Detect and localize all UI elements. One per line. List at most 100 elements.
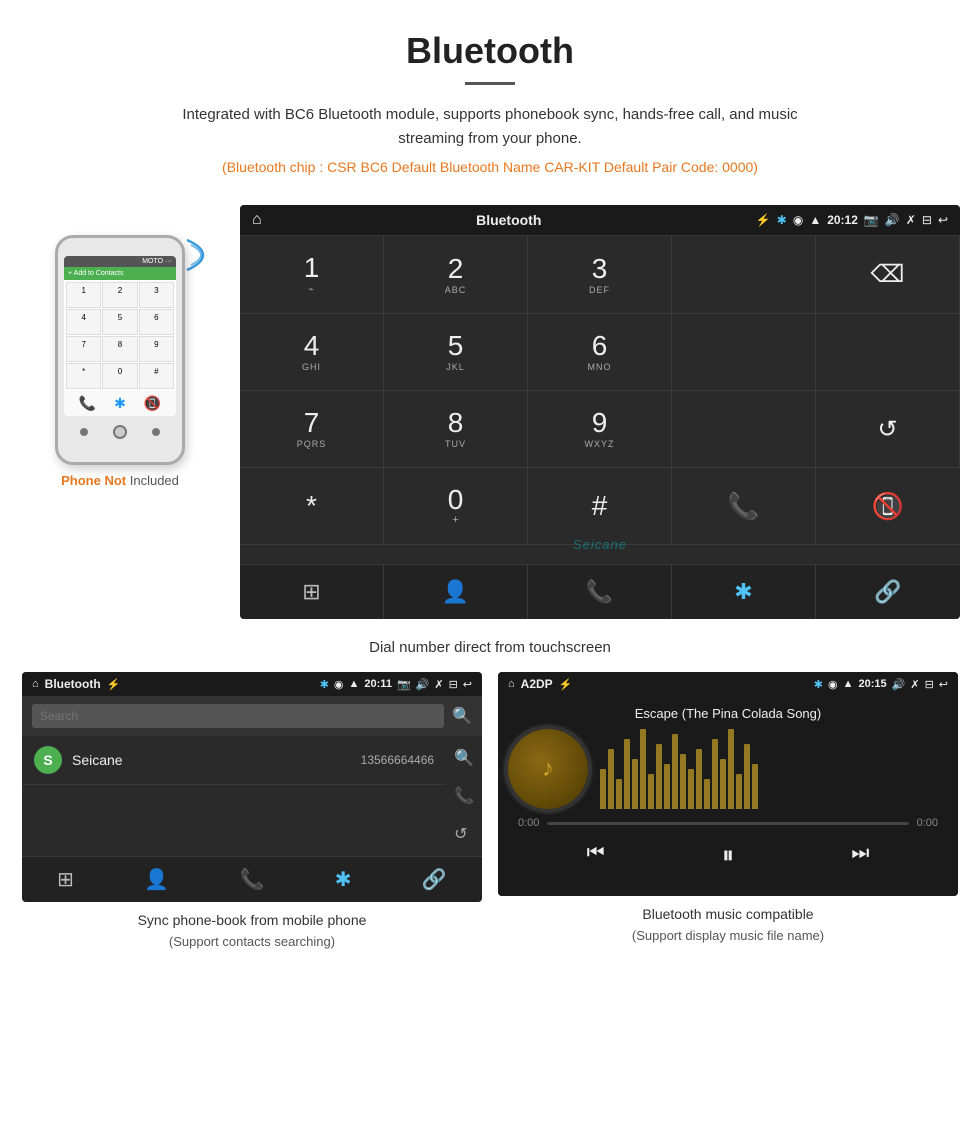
pb-min-icon[interactable]: ⊟ <box>449 678 458 691</box>
pb-back-icon[interactable]: ↩ <box>463 678 472 691</box>
dial-key-0[interactable]: 0+ <box>384 468 528 545</box>
music-caption: Bluetooth music compatible (Support disp… <box>498 904 958 946</box>
camera-icon[interactable]: 📷 <box>864 213 879 227</box>
music-statusbar-left: ⌂ A2DP ⚡ <box>508 677 572 691</box>
pb-camera-icon[interactable]: 📷 <box>397 678 411 691</box>
music-time: 20:15 <box>859 678 887 690</box>
pb-bottom-phone-icon[interactable]: 📞 <box>240 867 265 892</box>
phone-key-9[interactable]: 9 <box>139 336 174 362</box>
phone-key-3[interactable]: 3 <box>139 282 174 308</box>
phone-key-4[interactable]: 4 <box>66 309 101 335</box>
phone-key-hash[interactable]: # <box>139 363 174 389</box>
pb-contact-row[interactable]: S Seicane 13566664466 <box>22 736 446 785</box>
music-home-icon[interactable]: ⌂ <box>508 678 515 690</box>
dial-key-8[interactable]: 8TUV <box>384 391 528 468</box>
phonebook-caption-sub: (Support contacts searching) <box>169 934 335 949</box>
phone-call-icon[interactable]: 📞 <box>79 395 96 412</box>
dial-key-hash[interactable]: # <box>528 468 672 545</box>
pb-bottom-contacts-icon[interactable]: 👤 <box>144 867 169 892</box>
usb-icon: ⚡ <box>756 213 771 227</box>
home-icon[interactable]: ⌂ <box>252 211 262 229</box>
phone-key-8[interactable]: 8 <box>102 336 137 362</box>
phone-key-1[interactable]: 1 <box>66 282 101 308</box>
dial-key-star[interactable]: * <box>240 468 384 545</box>
pb-side-refresh-icon[interactable]: ↺ <box>446 816 482 852</box>
phone-area: ʙ MOTO ··· + Add to Contacts 1 2 3 4 5 <box>20 205 220 488</box>
car-bottom-phone[interactable]: 📞 <box>528 565 672 619</box>
car-bottom-bar: ⊞ 👤 📞 ✱ 🔗 <box>240 564 960 619</box>
pb-vol-icon[interactable]: 🔊 <box>416 678 430 691</box>
car-statusbar-right: ⚡ ✱ ◉ ▲ 20:12 📷 🔊 ✗ ⊟ ↩ <box>756 213 948 227</box>
pb-bottom-bt-icon[interactable]: ✱ <box>335 867 352 892</box>
eq-bar <box>680 754 686 809</box>
dial-key-4[interactable]: 4GHI <box>240 314 384 391</box>
dial-key-1[interactable]: 1⌁ <box>240 236 384 314</box>
music-back-icon[interactable]: ↩ <box>939 678 948 691</box>
close-icon[interactable]: ✗ <box>906 213 916 227</box>
eq-bar <box>744 744 750 809</box>
music-time-current: 0:00 <box>518 817 539 830</box>
pb-bottom-link-icon[interactable]: 🔗 <box>422 867 447 892</box>
music-vol-icon[interactable]: 🔊 <box>892 678 906 691</box>
dial-key-2[interactable]: 2ABC <box>384 236 528 314</box>
phone-key-star[interactable]: * <box>66 363 101 389</box>
music-bt-icon: ✱ <box>814 678 823 691</box>
pb-bottom-dialpad-icon[interactable]: ⊞ <box>57 867 74 892</box>
pb-statusbar: ⌂ Bluetooth ⚡ ✱ ◉ ▲ 20:11 📷 🔊 ✗ ⊟ ↩ <box>22 672 482 696</box>
back-icon[interactable]: ↩ <box>938 213 948 227</box>
phone-key-6[interactable]: 6 <box>139 309 174 335</box>
eq-bar <box>752 764 758 809</box>
music-statusbar: ⌂ A2DP ⚡ ✱ ◉ ▲ 20:15 🔊 ✗ ⊟ ↩ <box>498 672 958 696</box>
car-bottom-contacts[interactable]: 👤 <box>384 565 528 619</box>
car-bottom-bluetooth[interactable]: ✱ <box>672 565 816 619</box>
car-bottom-dialpad[interactable]: ⊞ <box>240 565 384 619</box>
phone-home-button[interactable] <box>113 425 127 439</box>
title-divider <box>465 82 515 85</box>
dial-call-button[interactable]: 📞 <box>672 468 816 545</box>
phone-included-text2: Included <box>130 473 179 488</box>
pb-side-search-icon[interactable]: 🔍 <box>446 740 482 776</box>
music-equalizer <box>600 729 948 809</box>
dial-empty-1 <box>672 236 816 314</box>
pb-home-icon[interactable]: ⌂ <box>32 678 39 690</box>
dial-key-9[interactable]: 9WXYZ <box>528 391 672 468</box>
phone-appbar: + Add to Contacts <box>64 267 176 280</box>
dial-key-7[interactable]: 7PQRS <box>240 391 384 468</box>
eq-bar <box>656 744 662 809</box>
phonebook-caption-text: Sync phone-book from mobile phone <box>138 912 367 928</box>
pb-side-call-icon[interactable]: 📞 <box>446 778 482 814</box>
phone-key-7[interactable]: 7 <box>66 336 101 362</box>
music-next-button[interactable]: ⏭ <box>851 842 869 870</box>
phone-key-0[interactable]: 0 <box>102 363 137 389</box>
pb-search-input[interactable] <box>32 704 444 728</box>
phone-bt-icon[interactable]: ✱ <box>114 395 126 412</box>
pb-screen-title: Bluetooth <box>45 677 101 691</box>
dial-key-6[interactable]: 6MNO <box>528 314 672 391</box>
specs-text: (Bluetooth chip : CSR BC6 Default Blueto… <box>20 159 960 175</box>
car-bottom-link[interactable]: 🔗 <box>816 565 960 619</box>
phone-key-2[interactable]: 2 <box>102 282 137 308</box>
car-statusbar: ⌂ Bluetooth ⚡ ✱ ◉ ▲ 20:12 📷 🔊 ✗ ⊟ ↩ <box>240 205 960 235</box>
music-controls: ⏮ ⏸ ⏭ <box>508 830 948 878</box>
pb-close-icon[interactable]: ✗ <box>434 678 443 691</box>
dial-redial[interactable]: ↺ <box>816 391 960 468</box>
music-close-icon[interactable]: ✗ <box>910 678 919 691</box>
music-content: ♪ <box>508 729 948 809</box>
volume-icon[interactable]: 🔊 <box>885 213 900 227</box>
minimize-icon[interactable]: ⊟ <box>922 213 932 227</box>
phone-hangup-icon[interactable]: 📵 <box>144 395 161 412</box>
eq-bar <box>720 759 726 809</box>
phone-key-5[interactable]: 5 <box>102 309 137 335</box>
dial-backspace[interactable]: ⌫ <box>816 236 960 314</box>
music-prev-button[interactable]: ⏮ <box>587 842 605 870</box>
phone-bottom-bar <box>58 422 182 442</box>
dial-key-3[interactable]: 3DEF <box>528 236 672 314</box>
dial-key-5[interactable]: 5JKL <box>384 314 528 391</box>
dial-hangup-button[interactable]: 📵 <box>816 468 960 545</box>
pb-statusbar-right: ✱ ◉ ▲ 20:11 📷 🔊 ✗ ⊟ ↩ <box>320 677 472 691</box>
dialpad-grid: 1⌁ 2ABC 3DEF ⌫ 4GHI <box>240 235 960 545</box>
pb-search-icon[interactable]: 🔍 <box>452 706 472 726</box>
pb-contact-list: S Seicane 13566664466 <box>22 736 446 856</box>
music-play-pause-button[interactable]: ⏸ <box>722 842 734 870</box>
music-min-icon[interactable]: ⊟ <box>925 678 934 691</box>
